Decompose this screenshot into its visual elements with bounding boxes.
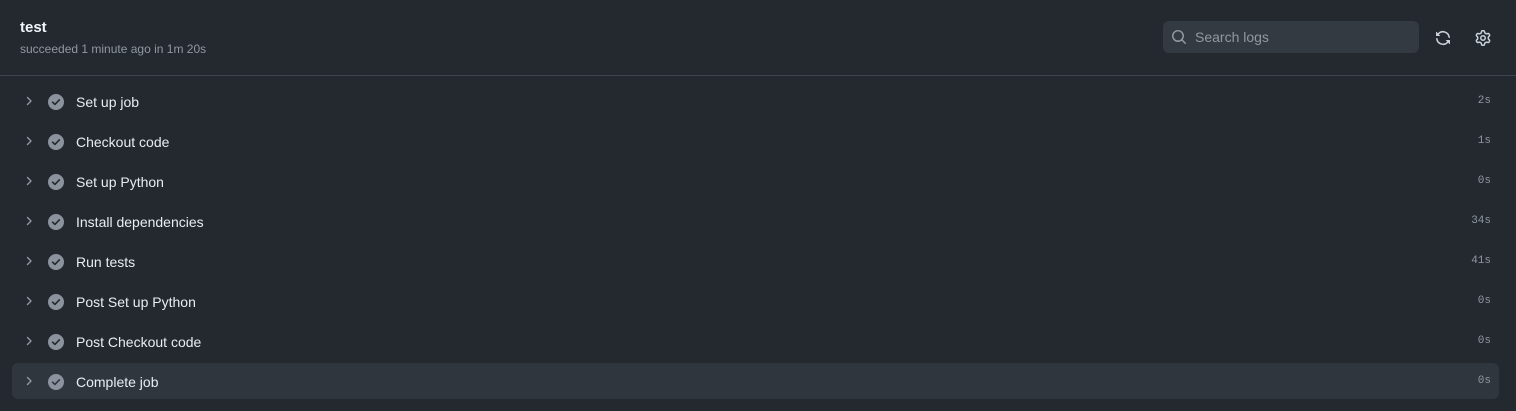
chevron-right-icon[interactable] xyxy=(23,255,35,267)
step-row-checkout-code[interactable]: Checkout code 1s xyxy=(12,123,1499,159)
step-name: Checkout code xyxy=(76,134,170,150)
step-name: Run tests xyxy=(76,254,136,270)
step-duration: 0s xyxy=(1477,295,1491,307)
sync-icon xyxy=(1436,31,1450,45)
refresh-button[interactable] xyxy=(1431,26,1455,50)
step-row-post-checkout-code[interactable]: Post Checkout code 0s xyxy=(12,323,1499,359)
check-circle-icon xyxy=(48,334,64,350)
chevron-right-icon[interactable] xyxy=(23,295,35,307)
settings-button[interactable] xyxy=(1471,26,1495,50)
chevron-right-icon[interactable] xyxy=(23,335,35,347)
chevron-right-icon[interactable] xyxy=(23,135,35,147)
step-name: Set up job xyxy=(76,94,140,110)
step-duration: 0s xyxy=(1477,335,1491,347)
job-header: test succeeded 1 minute ago in 1m 20s xyxy=(0,0,1516,76)
step-name: Complete job xyxy=(76,374,159,390)
search-logs-input[interactable] xyxy=(1195,21,1411,53)
step-duration: 41s xyxy=(1471,255,1491,267)
step-name: Set up Python xyxy=(76,174,164,190)
job-status-subtitle: succeeded 1 minute ago in 1m 20s xyxy=(20,42,207,56)
chevron-right-icon[interactable] xyxy=(23,215,35,227)
step-name: Install dependencies xyxy=(76,214,204,230)
check-circle-icon xyxy=(48,214,64,230)
search-icon xyxy=(1172,30,1187,45)
check-circle-icon xyxy=(48,294,64,310)
check-circle-icon xyxy=(48,94,64,110)
step-name: Post Checkout code xyxy=(76,334,202,350)
check-circle-icon xyxy=(48,134,64,150)
step-duration: 34s xyxy=(1471,215,1491,227)
step-duration: 0s xyxy=(1477,375,1491,387)
step-row-post-set-up-python[interactable]: Post Set up Python 0s xyxy=(12,283,1499,319)
step-row-run-tests[interactable]: Run tests 41s xyxy=(12,243,1499,279)
step-row-complete-job[interactable]: Complete job 0s xyxy=(12,363,1499,399)
chevron-right-icon[interactable] xyxy=(23,95,35,107)
gear-icon xyxy=(1475,30,1491,46)
step-name: Post Set up Python xyxy=(76,294,196,310)
job-steps-list: Set up job 2s Checkout code 1s Set up Py… xyxy=(12,83,1499,403)
check-circle-icon xyxy=(48,254,64,270)
job-title: test xyxy=(20,19,47,36)
step-duration: 2s xyxy=(1477,95,1491,107)
chevron-right-icon[interactable] xyxy=(23,375,35,387)
step-row-set-up-python[interactable]: Set up Python 0s xyxy=(12,163,1499,199)
step-row-install-dependencies[interactable]: Install dependencies 34s xyxy=(12,203,1499,239)
step-duration: 1s xyxy=(1477,135,1491,147)
step-row-set-up-job[interactable]: Set up job 2s xyxy=(12,83,1499,119)
search-logs-box[interactable] xyxy=(1163,21,1419,53)
chevron-right-icon[interactable] xyxy=(23,175,35,187)
check-circle-icon xyxy=(48,174,64,190)
step-duration: 0s xyxy=(1477,175,1491,187)
check-circle-icon xyxy=(48,374,64,390)
